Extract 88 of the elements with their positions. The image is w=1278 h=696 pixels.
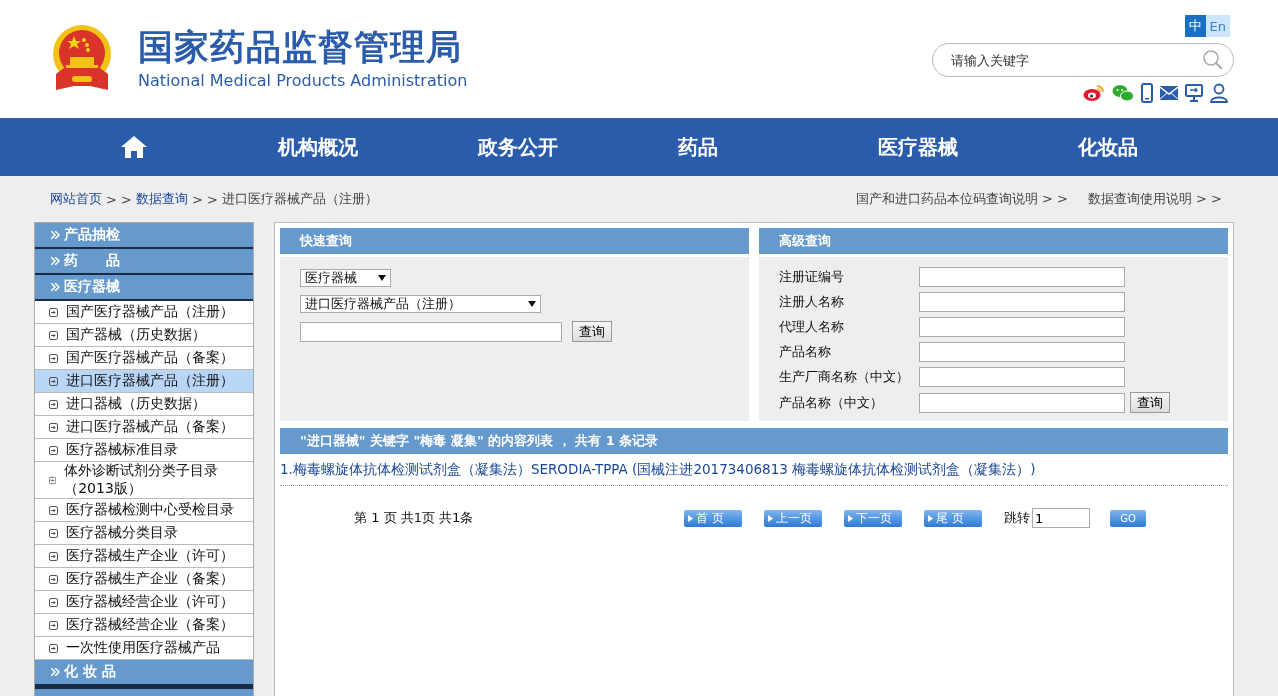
nav-link[interactable]: 药品 (678, 133, 878, 161)
sidebar-item[interactable]: 体外诊断试剂分类子目录（2013版） (35, 462, 253, 499)
arrow-square-icon (49, 643, 58, 653)
field-label: 产品名称 (779, 343, 832, 361)
sidebar-item[interactable]: 医疗器械标准目录 (35, 439, 253, 462)
double-chevron-icon (51, 231, 60, 239)
caret-icon (528, 301, 536, 307)
triangle-icon (928, 514, 933, 522)
field-label: 注册人名称 (779, 293, 845, 311)
input-field[interactable] (919, 392, 1125, 413)
arrow-square-icon (49, 528, 58, 538)
language-tab[interactable]: 中 (1184, 15, 1206, 37)
user-icon[interactable] (1210, 83, 1228, 103)
arrow-square-icon (49, 620, 58, 630)
breadcrumb-separator: > > (191, 191, 218, 207)
arrow-square-icon (49, 353, 58, 363)
query-button[interactable]: 查询 (1130, 392, 1170, 413)
triangle-icon (688, 514, 693, 522)
sidebar-item[interactable]: 进口器械（历史数据） (35, 393, 253, 416)
caret-icon (378, 275, 386, 281)
arrow-square-icon (49, 574, 58, 584)
sidebar-item[interactable]: 国产器械（历史数据） (35, 324, 253, 347)
page-number-field[interactable]: 1 (1032, 508, 1090, 528)
arrow-square-icon (49, 330, 58, 340)
breadcrumb-current: 进口医疗器械产品（注册） (221, 190, 378, 208)
sidebar-item[interactable]: 医疗器械分类目录 (35, 522, 253, 545)
chat-bubbles-icon[interactable] (1112, 84, 1134, 102)
sidebar-item[interactable]: 一次性使用医疗器械产品 (35, 637, 253, 660)
home-icon[interactable] (120, 135, 148, 159)
sidebar-item[interactable]: 医疗器械生产企业（许可） (35, 545, 253, 568)
arrow-square-icon (49, 376, 58, 386)
breadcrumb-link[interactable]: 数据查询 (135, 190, 188, 208)
nav-link[interactable]: 政务公开 (478, 133, 678, 161)
arrow-square-icon (49, 399, 58, 409)
arrow-square-icon (49, 505, 58, 515)
query-button[interactable]: 查询 (572, 321, 612, 342)
field-label: 代理人名称 (779, 318, 845, 336)
arrow-square-icon (49, 422, 58, 432)
input-field[interactable] (919, 267, 1125, 287)
double-chevron-icon (51, 283, 60, 291)
triangle-icon (768, 514, 773, 522)
panel-header: 高级查询 (759, 228, 1228, 257)
search-field[interactable]: 请输入关键字 (932, 43, 1234, 77)
arrow-square-icon (49, 445, 58, 455)
input-field[interactable] (919, 342, 1125, 362)
sidebar-item[interactable]: 国产医疗器械产品（注册） (35, 301, 253, 324)
sidebar-item[interactable]: 医疗器械检测中心受检目录 (35, 499, 253, 522)
results-header: "进口器械" 关键字 "梅毒 凝集" 的内容列表 ， 共有 1 条记录 (280, 428, 1228, 454)
help-link[interactable]: 数据查询使用说明 > > (1087, 190, 1222, 208)
nav-link[interactable]: 医疗器械 (878, 133, 1078, 161)
sidebar-item[interactable]: 医疗器械经营企业（备案） (35, 614, 253, 637)
page-summary: 第 1 页 共1页 共1条 (354, 509, 475, 527)
keyword-field[interactable] (300, 321, 562, 342)
breadcrumb-link[interactable]: 网站首页 (50, 190, 102, 208)
phone-icon[interactable] (1141, 83, 1153, 103)
jump-label: 跳转 (1004, 509, 1030, 527)
input-field[interactable] (919, 367, 1125, 387)
nav-link[interactable]: 机构概况 (278, 133, 478, 161)
sidebar-item[interactable]: 医疗器械生产企业（备案） (35, 568, 253, 591)
result-link[interactable]: 1.梅毒螺旋体抗体检测试剂盒（凝集法）SERODIA-TPPA (国械注进20173406813 梅毒螺旋体抗体检测试剂盒（凝集法）) (280, 454, 1228, 486)
field-label: 注册证编号 (779, 268, 845, 286)
breadcrumb-separator: > > (106, 191, 132, 207)
sidebar-item[interactable]: 进口医疗器械产品（注册） (35, 370, 253, 393)
triangle-icon (848, 514, 853, 522)
help-link[interactable]: 国产和进口药品本位码查询说明 > > (855, 190, 1068, 208)
search-icon[interactable] (1202, 49, 1224, 71)
arrow-square-icon (49, 551, 58, 561)
double-chevron-icon (51, 668, 60, 676)
subcategory-select[interactable]: 进口医疗器械产品（注册） (300, 295, 541, 313)
arrow-square-icon (49, 597, 58, 607)
double-chevron-icon (51, 257, 60, 265)
mail-icon[interactable] (1160, 86, 1178, 100)
arrow-square-icon (49, 307, 58, 317)
nav-link[interactable]: 化妆品 (1078, 133, 1278, 161)
category-select[interactable]: 医疗器械 (300, 269, 391, 287)
monitor-icon[interactable] (1185, 84, 1203, 102)
sidebar-item[interactable]: 医疗器械经营企业（许可） (35, 591, 253, 614)
site-title: 国家药品监督管理局 (138, 28, 463, 67)
field-label: 生产厂商名称（中文） (779, 368, 910, 386)
sidebar-item[interactable]: 国产医疗器械产品（备案） (35, 347, 253, 370)
sidebar-item[interactable]: 进口医疗器械产品（备案） (35, 416, 253, 439)
arrow-square-icon (49, 475, 57, 485)
site-subtitle: National Medical Products Administration (138, 70, 468, 90)
weibo-icon[interactable] (1083, 84, 1105, 102)
field-label: 产品名称（中文） (779, 393, 884, 412)
input-field[interactable] (919, 292, 1125, 312)
input-field[interactable] (919, 317, 1125, 337)
panel-header: 快速查询 (280, 228, 749, 257)
